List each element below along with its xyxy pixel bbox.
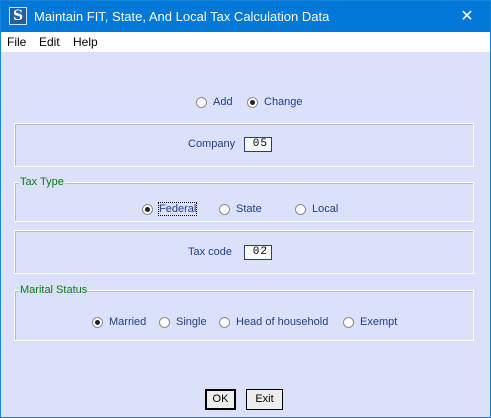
radio-single[interactable]: Single [159,316,207,328]
radio-circle [247,96,258,108]
radio-single-label: Single [176,316,207,328]
radio-change[interactable]: Change [247,96,303,108]
marital-status-group: Marital Status Married Single Head of ho… [14,284,474,341]
radio-circle [219,203,230,215]
radio-circle [219,316,230,328]
tax-type-group: Tax Type Federal State Local [14,176,474,222]
radio-married[interactable]: Married [92,316,146,328]
company-frame: Company 05 [14,123,474,167]
radio-circle [295,203,306,215]
dialog-window: S Maintain FIT, State, And Local Tax Cal… [0,0,491,418]
close-icon[interactable]: ✕ [444,1,490,32]
radio-federal[interactable]: Federal [142,202,198,216]
marital-status-title: Marital Status [19,284,89,296]
radio-head-of-household-label: Head of household [236,316,329,328]
radio-exempt-label: Exempt [360,316,398,328]
app-logo-icon: S [9,7,27,25]
radio-head-of-household[interactable]: Head of household [219,316,328,328]
radio-circle [343,316,354,328]
ok-button[interactable]: OK [205,389,236,410]
radio-local[interactable]: Local [295,203,338,215]
tax-type-title: Tax Type [19,176,65,188]
radio-exempt[interactable]: Exempt [343,316,397,328]
tax-code-input[interactable]: 02 [244,245,272,260]
menu-file[interactable]: File [7,35,26,49]
exit-button[interactable]: Exit [246,389,283,410]
radio-circle [159,316,170,328]
radio-circle [196,96,207,108]
tax-code-frame: Tax code 02 [14,230,474,274]
company-input[interactable]: 05 [244,137,272,152]
window-title: Maintain FIT, State, And Local Tax Calcu… [34,9,330,24]
radio-federal-label: Federal [157,202,198,216]
radio-state-label: State [236,203,262,215]
radio-state[interactable]: State [219,203,262,215]
title-bar: S Maintain FIT, State, And Local Tax Cal… [1,1,490,32]
radio-add[interactable]: Add [196,96,233,108]
menu-edit[interactable]: Edit [39,35,60,49]
radio-circle [142,203,153,215]
dialog-content: Add Change Company 05 Tax Type Federal S… [1,52,490,417]
radio-change-label: Change [264,96,303,108]
radio-local-label: Local [312,203,339,215]
menu-help[interactable]: Help [73,35,98,49]
radio-circle [92,316,103,328]
tax-code-label: Tax code [188,246,233,258]
radio-married-label: Married [109,316,147,328]
company-label: Company [188,138,236,150]
menu-bar: File Edit Help [1,32,490,52]
radio-add-label: Add [213,96,233,108]
